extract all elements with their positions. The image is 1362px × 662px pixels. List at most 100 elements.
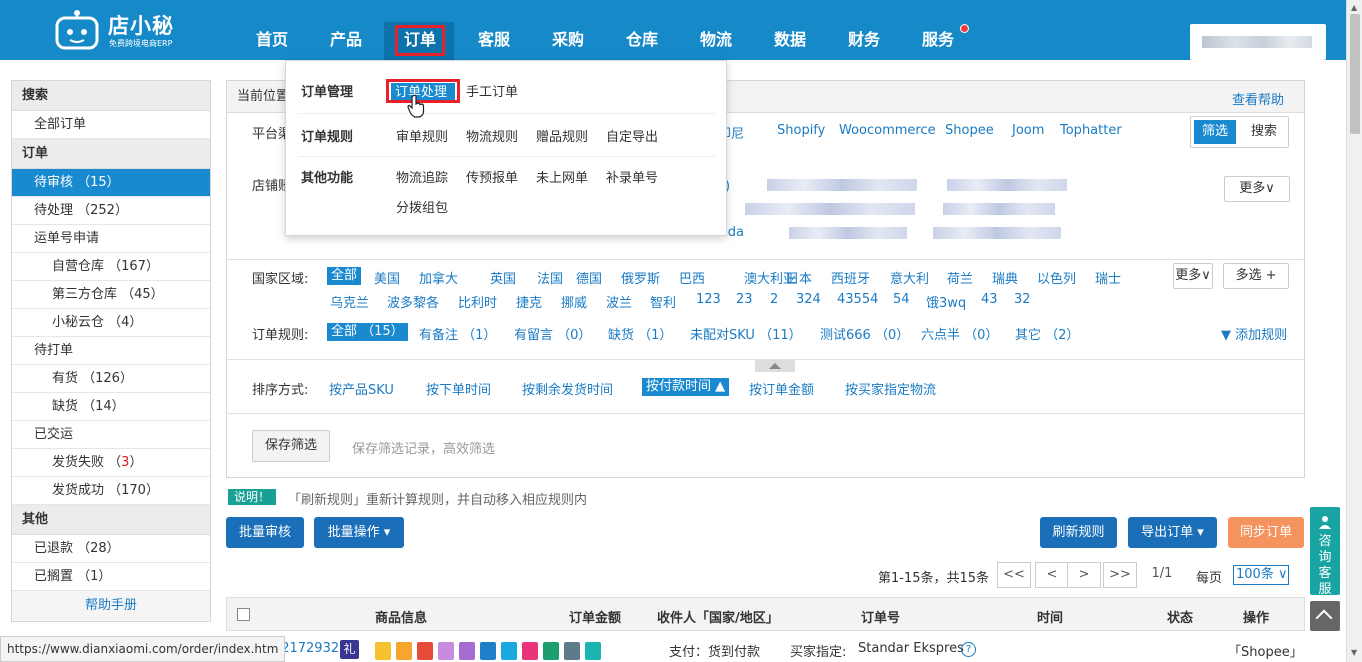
rule-link[interactable]: 未配对SKU （11） — [690, 324, 802, 343]
store-more-button[interactable]: 更多∨ — [1224, 176, 1290, 202]
country-link[interactable]: 饿3wq — [926, 292, 966, 311]
multi-select-button[interactable]: 多选 + — [1223, 263, 1289, 289]
country-link[interactable]: 英国 — [490, 268, 516, 287]
save-filter-button[interactable]: 保存筛选 — [252, 430, 330, 462]
product-thumbnail[interactable] — [501, 642, 517, 660]
sidebar-item-pending-review[interactable]: 待审核 （15） — [12, 169, 210, 197]
product-thumbnail[interactable] — [585, 642, 601, 660]
scroll-down-icon[interactable]: ▼ — [1351, 648, 1357, 657]
country-link[interactable]: 波兰 — [606, 292, 632, 311]
tab-filter[interactable]: 筛选 — [1194, 120, 1236, 144]
dd-fill-number[interactable]: 补录单号 — [606, 167, 658, 186]
sidebar-item-to-process[interactable]: 待处理 （252） — [12, 197, 210, 225]
product-thumbnail[interactable] — [522, 642, 538, 660]
country-link[interactable]: 瑞士 — [1095, 268, 1121, 287]
country-link[interactable]: 324 — [796, 292, 821, 307]
product-thumbnail[interactable] — [459, 642, 475, 660]
blurred-store[interactable] — [947, 179, 1067, 191]
country-link[interactable]: 54 — [893, 292, 910, 307]
dd-gift-rule[interactable]: 赠品规则 — [536, 126, 588, 145]
pager-next[interactable]: > — [1067, 562, 1101, 588]
sidebar-item-out-stock[interactable]: 缺货 （14） — [12, 393, 210, 421]
country-all-chip[interactable]: 全部 — [327, 267, 362, 285]
country-more-button[interactable]: 更多∨ — [1173, 263, 1213, 289]
country-link[interactable]: 美国 — [374, 268, 400, 287]
country-link[interactable]: 德国 — [576, 268, 602, 287]
sort-link[interactable]: 按订单金额 — [749, 379, 814, 398]
nav-item[interactable]: 仓库 — [614, 0, 670, 60]
country-link[interactable]: 挪威 — [561, 292, 587, 311]
nav-item[interactable]: 产品 — [318, 0, 374, 60]
country-link[interactable]: 2 — [770, 292, 778, 307]
add-rule-link[interactable]: ▼ 添加规则 — [1221, 324, 1287, 343]
product-thumbnail[interactable] — [543, 642, 559, 660]
platform-link[interactable]: Shopify — [777, 123, 825, 138]
blurred-store[interactable] — [745, 203, 915, 215]
sort-link[interactable]: 按下单时间 — [426, 379, 491, 398]
rule-link[interactable]: 有备注 （1） — [419, 324, 496, 343]
country-link[interactable]: 43 — [981, 292, 998, 307]
sort-link[interactable]: 按买家指定物流 — [845, 379, 936, 398]
user-account[interactable] — [1190, 24, 1326, 60]
dd-pre-declare[interactable]: 传预报单 — [466, 167, 518, 186]
dd-manual-order[interactable]: 手工订单 — [466, 81, 518, 100]
dd-split-pack[interactable]: 分拨组包 — [396, 197, 448, 216]
product-thumbnail[interactable] — [438, 642, 454, 660]
country-link[interactable]: 23 — [736, 292, 753, 307]
sidebar-item-refunded[interactable]: 已退款 （28） — [12, 535, 210, 563]
country-link[interactable]: 瑞典 — [992, 268, 1018, 287]
sidebar-item-own-warehouse[interactable]: 自营仓库 （167） — [12, 253, 210, 281]
country-link[interactable]: 意大利 — [890, 268, 929, 287]
pager-last[interactable]: >> — [1103, 562, 1137, 588]
sort-link[interactable]: 按产品SKU — [329, 379, 394, 398]
rule-link[interactable]: 六点半 （0） — [921, 324, 998, 343]
sidebar-help-link[interactable]: 帮助手册 — [12, 591, 210, 621]
country-link[interactable]: 43554 — [837, 292, 878, 307]
dd-custom-export[interactable]: 自定导出 — [606, 126, 658, 145]
product-thumbnail[interactable] — [480, 642, 496, 660]
country-link[interactable]: 荷兰 — [947, 268, 973, 287]
dd-offline[interactable]: 未上网单 — [536, 167, 588, 186]
sort-active-chip[interactable]: 按付款时间 ▲ — [642, 378, 730, 396]
country-link[interactable]: 智利 — [650, 292, 676, 311]
collapse-toggle[interactable] — [755, 360, 795, 372]
product-thumbnail[interactable] — [375, 642, 391, 660]
nav-item[interactable]: 客服 — [466, 0, 522, 60]
nav-item[interactable]: 数据 — [762, 0, 818, 60]
country-link[interactable]: 乌克兰 — [330, 292, 369, 311]
sidebar-item-ship-fail[interactable]: 发货失败 （3） — [12, 449, 210, 477]
rule-link[interactable]: 缺货 （1） — [608, 324, 672, 343]
product-thumbnail[interactable] — [564, 642, 580, 660]
dd-tracking[interactable]: 物流追踪 — [396, 167, 448, 186]
platform-link[interactable]: Joom — [1012, 123, 1044, 138]
sidebar-item-shipped[interactable]: 已交运 — [12, 421, 210, 449]
select-all-checkbox[interactable] — [237, 608, 250, 621]
product-thumbnail[interactable] — [396, 642, 412, 660]
help-circle-icon[interactable]: ? — [961, 642, 976, 657]
country-link[interactable]: 以色列 — [1037, 268, 1076, 287]
scroll-thumb[interactable] — [1350, 14, 1360, 134]
nav-item[interactable]: 财务 — [836, 0, 892, 60]
country-link[interactable]: 比利时 — [458, 292, 497, 311]
per-page-select[interactable]: 100条 ∨ — [1233, 565, 1289, 585]
country-link[interactable]: 32 — [1014, 292, 1031, 307]
blurred-store[interactable] — [789, 227, 907, 239]
platform-link[interactable]: Woocommerce — [839, 123, 936, 138]
export-orders-button[interactable]: 导出订单 ▾ — [1128, 517, 1217, 548]
country-link[interactable]: 捷克 — [516, 292, 542, 311]
blurred-store[interactable] — [943, 203, 1055, 215]
batch-review-button[interactable]: 批量审核 — [226, 517, 304, 548]
back-to-top-button[interactable] — [1310, 601, 1340, 631]
pager-prev[interactable]: < — [1035, 562, 1069, 588]
country-link[interactable]: 日本 — [786, 268, 812, 287]
country-link[interactable]: 西班牙 — [831, 268, 870, 287]
sidebar-item-to-print[interactable]: 待打单 — [12, 337, 210, 365]
sidebar-item-all-orders[interactable]: 全部订单 — [12, 111, 210, 139]
nav-item[interactable]: 服务 — [910, 0, 966, 60]
blurred-store[interactable] — [767, 179, 917, 191]
sidebar-item-third-warehouse[interactable]: 第三方仓库 （45） — [12, 281, 210, 309]
product-thumbnail[interactable] — [417, 642, 433, 660]
country-link[interactable]: 123 — [696, 292, 721, 307]
sidebar-item-cloud-warehouse[interactable]: 小秘云仓 （4） — [12, 309, 210, 337]
nav-item[interactable]: 采购 — [540, 0, 596, 60]
